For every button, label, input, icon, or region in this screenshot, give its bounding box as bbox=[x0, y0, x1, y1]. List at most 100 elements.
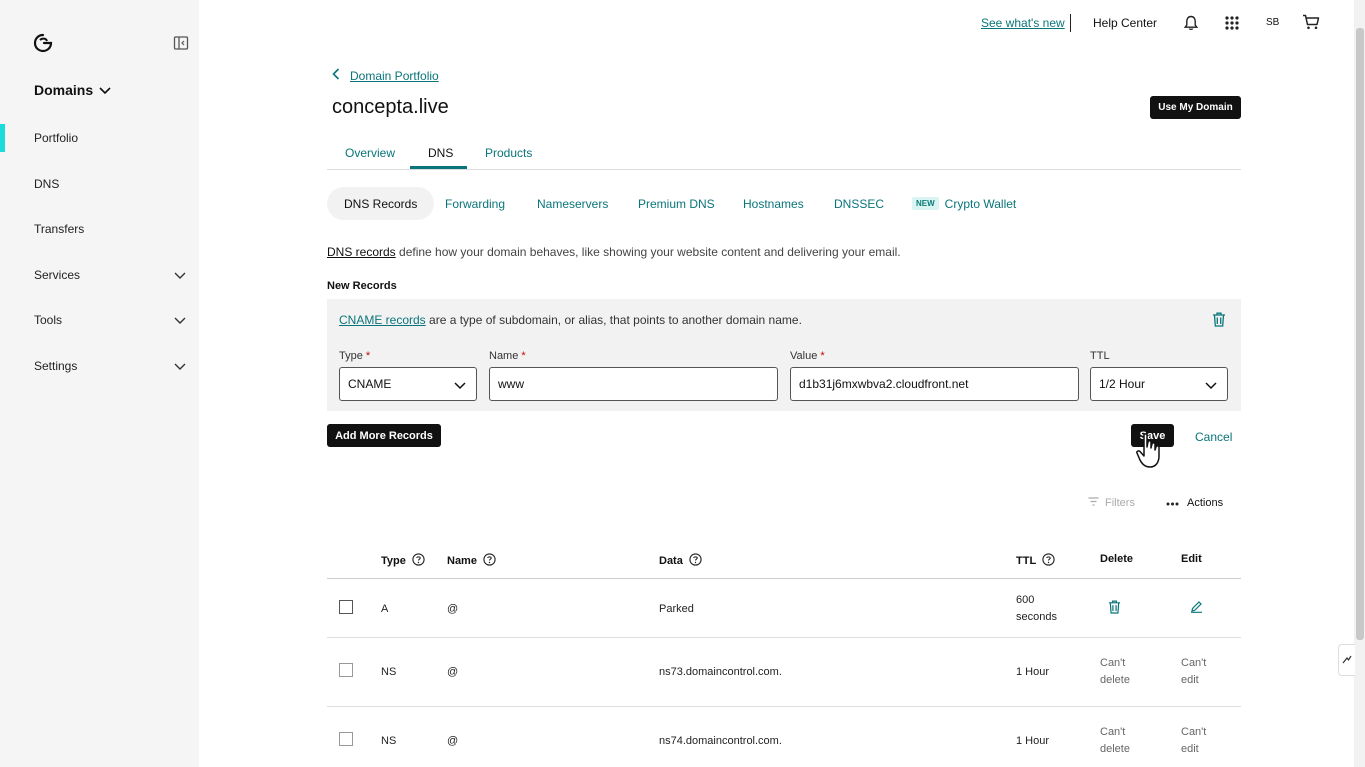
row-name: @ bbox=[447, 666, 459, 678]
use-my-domain-button[interactable]: Use My Domain bbox=[1150, 96, 1241, 119]
topbar-divider bbox=[1070, 14, 1071, 32]
value-value: d1b31j6mxwbva2.cloudfront.net bbox=[799, 377, 969, 391]
value-input[interactable]: d1b31j6mxwbva2.cloudfront.net bbox=[790, 367, 1079, 401]
subtab-dnssec[interactable]: DNSSEC bbox=[834, 187, 884, 220]
help-circle-icon[interactable] bbox=[412, 553, 425, 569]
actions-label: Actions bbox=[1187, 497, 1224, 509]
filters-button[interactable]: Filters bbox=[1088, 497, 1135, 509]
intro-text: define how your domain behaves, like sho… bbox=[395, 245, 901, 259]
row-checkbox[interactable] bbox=[339, 663, 353, 677]
sidebar-item-tools[interactable]: Tools bbox=[0, 304, 199, 336]
cname-desc-text: are a type of subdomain, or alias, that … bbox=[425, 313, 802, 327]
sidebar-item-label: DNS bbox=[34, 177, 60, 191]
domain-portfolio-link[interactable]: Domain Portfolio bbox=[350, 69, 439, 83]
chevron-down-icon bbox=[1205, 379, 1217, 393]
name-value: www bbox=[498, 377, 524, 391]
subtab-label: Crypto Wallet bbox=[944, 196, 1017, 211]
dns-records-link[interactable]: DNS records bbox=[327, 245, 396, 259]
row-data: ns73.domaincontrol.com. bbox=[659, 666, 782, 678]
table-row: A @ Parked 600 seconds bbox=[327, 580, 1241, 638]
dns-intro: DNS records define how your domain behav… bbox=[327, 245, 901, 259]
col-delete: Delete bbox=[1100, 553, 1134, 565]
sidebar-item-label: Services bbox=[34, 268, 81, 282]
type-label: Type * bbox=[339, 350, 371, 362]
breadcrumb: Domain Portfolio bbox=[332, 68, 439, 83]
row-cant-edit: Can't edit bbox=[1181, 657, 1207, 686]
filters-label: Filters bbox=[1105, 497, 1135, 509]
sidebar-item-dns[interactable]: DNS bbox=[0, 168, 199, 200]
type-select[interactable]: CNAME bbox=[339, 367, 477, 401]
help-circle-icon[interactable] bbox=[1042, 553, 1055, 569]
sidebar-item-services[interactable]: Services bbox=[0, 259, 199, 291]
new-record-panel: CNAME records are a type of subdomain, o… bbox=[327, 299, 1241, 411]
row-data: ns74.domaincontrol.com. bbox=[659, 735, 782, 747]
col-type: Type bbox=[381, 553, 425, 569]
sidebar-item-label: Settings bbox=[34, 359, 78, 373]
row-checkbox[interactable] bbox=[339, 600, 353, 614]
bell-icon[interactable] bbox=[1183, 15, 1199, 34]
row-type: NS bbox=[381, 735, 397, 747]
apps-grid-icon[interactable] bbox=[1225, 16, 1239, 33]
chevron-down-icon bbox=[99, 82, 111, 98]
tab-products[interactable]: Products bbox=[485, 146, 532, 160]
chevron-left-icon[interactable] bbox=[332, 68, 340, 83]
godaddy-logo-icon[interactable] bbox=[32, 32, 54, 54]
subtab-nameservers[interactable]: Nameservers bbox=[537, 187, 608, 220]
pencil-edit-icon[interactable] bbox=[1190, 600, 1203, 619]
help-circle-icon[interactable] bbox=[483, 553, 496, 569]
subtab-forwarding[interactable]: Forwarding bbox=[445, 187, 505, 220]
sidebar-item-settings[interactable]: Settings bbox=[0, 350, 199, 382]
cname-records-link[interactable]: CNAME records bbox=[339, 313, 426, 327]
row-name: @ bbox=[447, 735, 459, 747]
add-more-records-button[interactable]: Add More Records bbox=[327, 424, 441, 447]
sidebar-item-label: Tools bbox=[34, 313, 63, 327]
cname-description: CNAME records are a type of subdomain, o… bbox=[339, 313, 802, 327]
subtab-dns-records[interactable]: DNS Records bbox=[327, 187, 435, 220]
col-edit: Edit bbox=[1181, 553, 1202, 565]
sidebar-item-transfers[interactable]: Transfers bbox=[0, 213, 199, 245]
subtab-hostnames[interactable]: Hostnames bbox=[743, 187, 804, 220]
table-row: NS @ ns74.domaincontrol.com. 1 Hour Can'… bbox=[327, 707, 1241, 767]
product-switcher[interactable]: Domains bbox=[34, 82, 111, 98]
row-ttl: 1 Hour bbox=[1016, 735, 1050, 747]
row-cant-edit: Can't edit bbox=[1181, 726, 1207, 755]
feedback-handle-icon[interactable] bbox=[1338, 644, 1355, 676]
help-circle-icon[interactable] bbox=[689, 553, 702, 569]
col-name: Name bbox=[447, 553, 496, 569]
help-center-link[interactable]: Help Center bbox=[1093, 16, 1157, 30]
collapse-sidebar-icon[interactable] bbox=[173, 35, 189, 51]
new-badge: NEW bbox=[912, 197, 939, 210]
see-whats-new-link[interactable]: See what's new bbox=[981, 16, 1065, 30]
hand-cursor-icon bbox=[1136, 432, 1162, 473]
tab-overview[interactable]: Overview bbox=[345, 146, 395, 160]
subtab-crypto-wallet[interactable]: NEW Crypto Wallet bbox=[912, 187, 1016, 220]
subtab-premium-dns[interactable]: Premium DNS bbox=[638, 187, 715, 220]
sidebar: Domains Portfolio DNS Transfers Services… bbox=[0, 0, 199, 767]
name-label: Name * bbox=[489, 350, 526, 362]
trash-icon[interactable] bbox=[1212, 312, 1226, 330]
trash-icon[interactable] bbox=[1108, 600, 1121, 620]
name-input[interactable]: www bbox=[489, 367, 778, 401]
cart-icon[interactable] bbox=[1302, 14, 1320, 33]
tab-dns[interactable]: DNS bbox=[428, 146, 453, 160]
row-type: NS bbox=[381, 666, 397, 678]
account-initials[interactable]: SB bbox=[1266, 17, 1279, 28]
actions-button[interactable]: Actions bbox=[1166, 497, 1223, 509]
chevron-down-icon bbox=[174, 314, 186, 328]
filter-icon bbox=[1088, 497, 1099, 509]
row-data: Parked bbox=[659, 603, 694, 615]
product-label: Domains bbox=[34, 82, 94, 98]
cancel-button[interactable]: Cancel bbox=[1195, 430, 1232, 444]
row-cant-delete: Can't delete bbox=[1100, 726, 1130, 755]
row-name: @ bbox=[447, 603, 459, 615]
ttl-select[interactable]: 1/2 Hour bbox=[1090, 367, 1228, 401]
value-label: Value * bbox=[790, 350, 825, 362]
sidebar-item-label: Portfolio bbox=[34, 131, 79, 145]
new-records-heading: New Records bbox=[327, 280, 397, 292]
row-cant-delete: Can't delete bbox=[1100, 657, 1130, 686]
col-ttl: TTL bbox=[1016, 553, 1055, 569]
sidebar-item-portfolio[interactable]: Portfolio bbox=[0, 122, 199, 154]
row-checkbox[interactable] bbox=[339, 732, 353, 746]
scrollbar-thumb[interactable] bbox=[1356, 28, 1364, 640]
ttl-value: 1/2 Hour bbox=[1099, 377, 1146, 391]
